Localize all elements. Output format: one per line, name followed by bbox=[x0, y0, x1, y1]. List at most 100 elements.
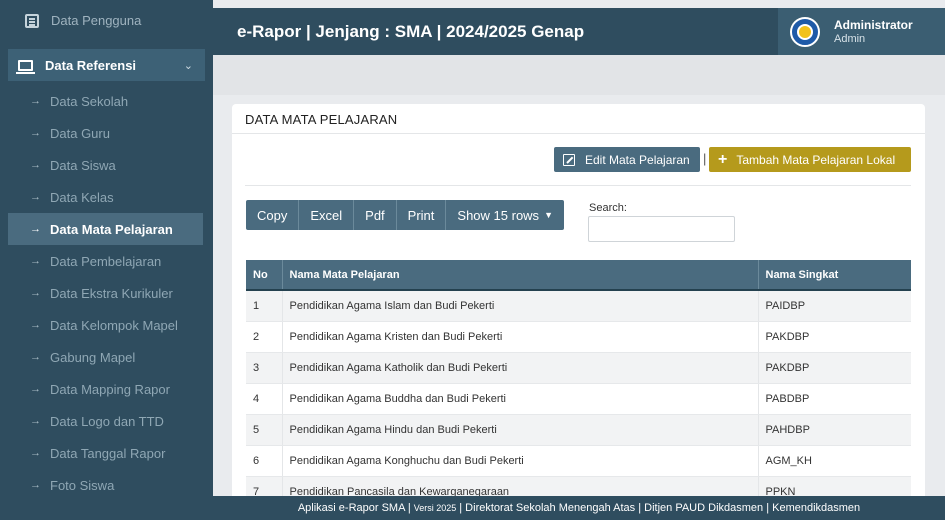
table-row[interactable]: 6 Pendidikan Agama Konghuchu dan Budi Pek… bbox=[246, 445, 911, 477]
arrow-right-icon: → bbox=[30, 191, 41, 203]
table-row[interactable]: 2 Pendidikan Agama Kristen dan Budi Peker… bbox=[246, 321, 911, 353]
sidebar-item-data-pengguna[interactable]: Data Pengguna bbox=[0, 0, 213, 41]
cell-no: 1 bbox=[246, 290, 283, 322]
sidebar-group-data-referensi[interactable]: Data Referensi ⌄ bbox=[8, 49, 205, 81]
sidebar-item-data-kelompok-mapel[interactable]: → Data Kelompok Mapel bbox=[0, 309, 203, 341]
sidebar-item-label: Data Ekstra Kurikuler bbox=[50, 285, 173, 301]
cell-nama-singkat: AGM_KH bbox=[758, 445, 911, 477]
table-header-row: No Nama Mata Pelajaran Nama Singkat bbox=[246, 260, 911, 291]
sidebar-item-data-logo-dan-ttd[interactable]: → Data Logo dan TTD bbox=[0, 405, 203, 437]
divider bbox=[245, 185, 911, 186]
search-label: Search: bbox=[589, 202, 627, 214]
users-list-icon bbox=[25, 13, 39, 28]
cell-no: 2 bbox=[246, 321, 283, 353]
sidebar-item-foto-siswa[interactable]: → Foto Siswa bbox=[0, 469, 203, 501]
cell-no: 4 bbox=[246, 383, 283, 415]
table-row[interactable]: 3 Pendidikan Agama Katholik dan Budi Peke… bbox=[246, 352, 911, 384]
table-row[interactable]: 4 Pendidikan Agama Buddha dan Budi Pekert… bbox=[246, 383, 911, 415]
cell-nama-mapel: Pendidikan Agama Konghuchu dan Budi Peke… bbox=[282, 445, 759, 477]
caret-down-icon: ▼ bbox=[544, 210, 553, 220]
cell-no: 6 bbox=[246, 445, 283, 477]
footer-text-after: | Direktorat Sekolah Menengah Atas | Dit… bbox=[459, 502, 861, 514]
edit-mata-pelajaran-button[interactable]: Edit Mata Pelajaran bbox=[554, 147, 700, 172]
search-input[interactable] bbox=[588, 216, 735, 242]
sidebar-item-label: Data Mata Pelajaran bbox=[50, 221, 173, 237]
show-rows-dropdown[interactable]: Show 15 rows ▼ bbox=[446, 200, 564, 230]
sidebar-item-gabung-mapel[interactable]: → Gabung Mapel bbox=[0, 341, 203, 373]
sidebar-item-data-sekolah[interactable]: → Data Sekolah bbox=[0, 85, 203, 117]
sidebar-item-label: Data Guru bbox=[50, 125, 110, 141]
cell-nama-mapel: Pendidikan Agama Hindu dan Budi Pekerti bbox=[282, 414, 759, 446]
cell-nama-singkat: PAHDBP bbox=[758, 414, 911, 446]
sidebar-menu: → Data Sekolah → Data Guru → Data Siswa → Data … bbox=[0, 85, 213, 501]
sidebar-item-data-mata-pelajaran[interactable]: → Data Mata Pelajaran bbox=[8, 213, 203, 245]
sidebar-item-label: Data Mapping Rapor bbox=[50, 381, 170, 397]
arrow-right-icon: → bbox=[30, 95, 41, 107]
mata-pelajaran-table: No Nama Mata Pelajaran Nama Singkat 1 Pen… bbox=[246, 260, 911, 504]
arrow-right-icon: → bbox=[30, 255, 41, 267]
add-button-label: Tambah Mata Pelajaran Lokal bbox=[736, 152, 896, 167]
button-separator: | bbox=[703, 151, 707, 166]
arrow-right-icon: → bbox=[30, 383, 41, 395]
chevron-down-icon: ⌄ bbox=[183, 59, 193, 72]
sidebar-item-label: Data Kelas bbox=[50, 189, 114, 205]
tut-wuri-logo-icon bbox=[790, 16, 820, 47]
sidebar-item-label: Foto Siswa bbox=[50, 477, 115, 493]
content-band bbox=[213, 55, 945, 95]
arrow-right-icon: → bbox=[30, 447, 41, 459]
sidebar-group-label: Data Referensi bbox=[45, 57, 137, 73]
arrow-right-icon: → bbox=[30, 159, 41, 171]
arrow-right-icon: → bbox=[30, 223, 41, 235]
sidebar-item-label: Data Pengguna bbox=[51, 13, 142, 28]
cell-nama-singkat: PABDBP bbox=[758, 383, 911, 415]
footer: Aplikasi e-Rapor SMA | Versi 2025 | Dire… bbox=[213, 496, 945, 520]
arrow-right-icon: → bbox=[30, 127, 41, 139]
pdf-button[interactable]: Pdf bbox=[354, 200, 397, 230]
cell-nama-mapel: Pendidikan Agama Katholik dan Budi Peker… bbox=[282, 352, 759, 384]
sidebar-item-data-tanggal-rapor[interactable]: → Data Tanggal Rapor bbox=[0, 437, 203, 469]
sidebar-item-data-ekstra-kurikuler[interactable]: → Data Ekstra Kurikuler bbox=[0, 277, 203, 309]
top-header: e-Rapor | Jenjang : SMA | 2024/2025 Gena… bbox=[213, 8, 945, 55]
column-header-nama[interactable]: Nama Mata Pelajaran bbox=[282, 260, 759, 291]
sidebar-item-data-guru[interactable]: → Data Guru bbox=[0, 117, 203, 149]
edit-button-label: Edit Mata Pelajaran bbox=[585, 152, 690, 167]
arrow-right-icon: → bbox=[30, 287, 41, 299]
sidebar-item-data-pembelajaran[interactable]: → Data Pembelajaran bbox=[0, 245, 203, 277]
arrow-right-icon: → bbox=[30, 415, 41, 427]
excel-button[interactable]: Excel bbox=[299, 200, 355, 230]
cell-no: 5 bbox=[246, 414, 283, 446]
sidebar-item-data-siswa[interactable]: → Data Siswa bbox=[0, 149, 203, 181]
table-export-buttons: Copy Excel Pdf Print Show 15 rows ▼ bbox=[246, 200, 564, 230]
cell-nama-singkat: PAIDBP bbox=[758, 290, 911, 322]
sidebar: Data Pengguna Data Referensi ⌄ → Data Sek… bbox=[0, 0, 213, 520]
cell-nama-singkat: PAKDBP bbox=[758, 321, 911, 353]
app-title: e-Rapor | Jenjang : SMA | 2024/2025 Gena… bbox=[237, 21, 585, 41]
footer-version: Versi 2025 bbox=[413, 503, 457, 513]
table-row[interactable]: 1 Pendidikan Agama Islam dan Budi Pekerti… bbox=[246, 290, 911, 322]
table-row[interactable]: 5 Pendidikan Agama Hindu dan Budi Pekerti… bbox=[246, 414, 911, 446]
tambah-mapel-lokal-button[interactable]: + Tambah Mata Pelajaran Lokal bbox=[709, 147, 911, 172]
print-button[interactable]: Print bbox=[397, 200, 447, 230]
user-menu[interactable]: Administrator Admin bbox=[778, 8, 945, 55]
monitor-icon bbox=[16, 59, 35, 74]
sidebar-item-label: Data Siswa bbox=[50, 157, 116, 173]
arrow-right-icon: → bbox=[30, 319, 41, 331]
cell-no: 3 bbox=[246, 352, 283, 384]
column-header-singkat[interactable]: Nama Singkat bbox=[758, 260, 911, 291]
sidebar-item-data-mapping-rapor[interactable]: → Data Mapping Rapor bbox=[0, 373, 203, 405]
sidebar-item-label: Data Logo dan TTD bbox=[50, 413, 164, 429]
column-header-no[interactable]: No bbox=[246, 260, 283, 291]
show-rows-label: Show 15 rows bbox=[457, 207, 540, 223]
sidebar-item-label: Data Tanggal Rapor bbox=[50, 445, 166, 461]
footer-text-before: Aplikasi e-Rapor SMA | bbox=[297, 502, 411, 514]
cell-nama-singkat: PAKDBP bbox=[758, 352, 911, 384]
copy-button[interactable]: Copy bbox=[246, 200, 300, 230]
cell-nama-mapel: Pendidikan Agama Islam dan Budi Pekerti bbox=[282, 290, 759, 322]
user-name: Administrator bbox=[834, 17, 913, 32]
sidebar-item-data-kelas[interactable]: → Data Kelas bbox=[0, 181, 203, 213]
plus-icon: + bbox=[718, 150, 728, 168]
cell-nama-mapel: Pendidikan Agama Kristen dan Budi Pekert… bbox=[282, 321, 759, 353]
sidebar-item-label: Data Pembelajaran bbox=[50, 253, 162, 269]
sidebar-item-label: Gabung Mapel bbox=[50, 349, 136, 365]
user-role: Admin bbox=[834, 32, 866, 45]
